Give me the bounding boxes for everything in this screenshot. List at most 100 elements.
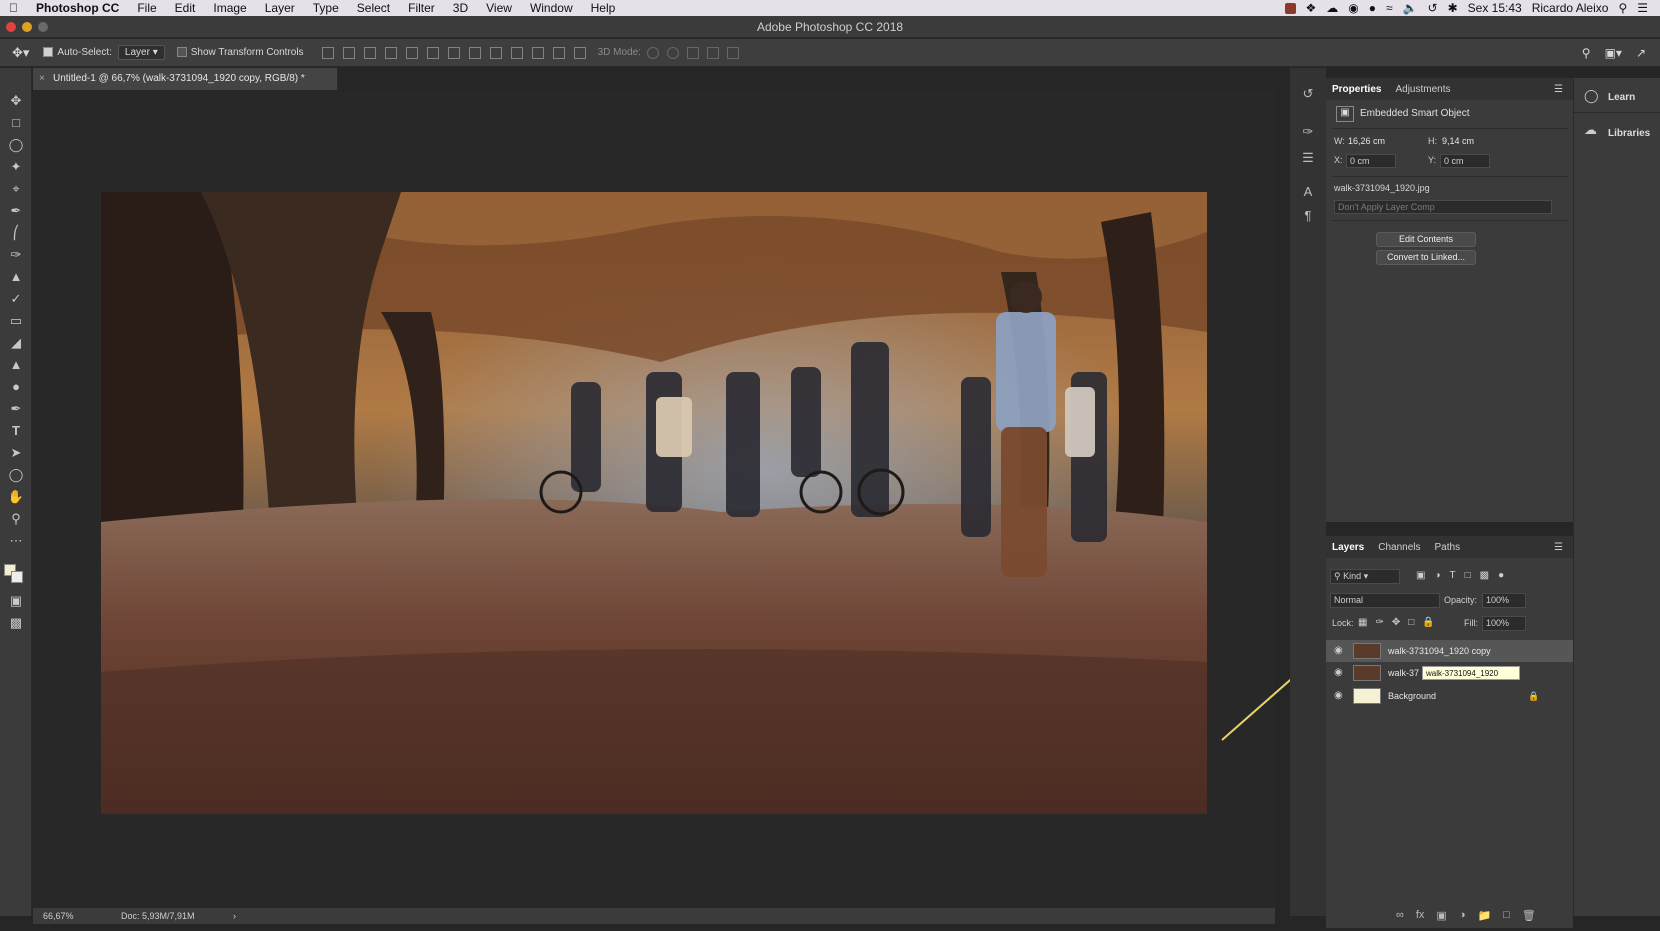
x-field[interactable]: 0 cm (1346, 154, 1396, 168)
history-panel-icon[interactable]: ↺ (1299, 86, 1317, 104)
document-tab[interactable]: × Untitled-1 @ 66,7% (walk-3731094_1920 … (33, 68, 338, 90)
distribute-right-icon[interactable] (552, 46, 565, 59)
layer-comp-dropdown[interactable]: Don't Apply Layer Comp (1334, 200, 1552, 214)
lock-image-icon[interactable]: ✑ (1375, 617, 1383, 628)
layer-style-icon[interactable]: fx (1416, 909, 1425, 922)
3d-pan-icon[interactable] (686, 46, 699, 59)
filter-adjustment-icon[interactable]: ◑ (1434, 570, 1440, 581)
distribute-hcenter-icon[interactable] (531, 46, 544, 59)
distribute-vcenter-icon[interactable] (468, 46, 481, 59)
layer-row-background[interactable]: ◉ Background 🔒 (1326, 685, 1573, 707)
convert-to-linked-button[interactable]: Convert to Linked... (1376, 250, 1476, 265)
lasso-tool-icon[interactable]: ◯ (7, 136, 25, 154)
history-brush-tool-icon[interactable]: ✓ (7, 290, 25, 308)
screen-mode-icon[interactable]: ▩ (7, 614, 25, 632)
layer-row-copy[interactable]: ◉ walk-3731094_1920 copy (1326, 640, 1573, 662)
marquee-tool-icon[interactable]: □ (7, 114, 25, 132)
menu-image[interactable]: Image (204, 0, 255, 16)
show-transform-checkbox[interactable]: Show Transform Controls (176, 47, 304, 58)
opacity-field[interactable]: 100% (1482, 593, 1526, 608)
clone-stamp-tool-icon[interactable]: ▲ (7, 268, 25, 286)
eyedropper-tool-icon[interactable]: ✒ (7, 202, 25, 220)
zoom-level[interactable]: 66,67% (43, 908, 74, 924)
align-right-icon[interactable] (426, 46, 439, 59)
layer-name[interactable]: walk-3731094_1920 copy (1388, 640, 1491, 662)
new-group-icon[interactable]: 📁 (1477, 909, 1491, 922)
menu-layer[interactable]: Layer (256, 0, 304, 16)
status-chevron-icon[interactable]: › (233, 908, 236, 924)
canvas-photo[interactable] (101, 192, 1207, 814)
auto-align-icon[interactable] (573, 46, 586, 59)
move-tool-icon[interactable]: ✥ (7, 92, 25, 110)
sync-icon[interactable]: ● (1369, 1, 1376, 15)
visibility-eye-icon[interactable]: ◉ (1334, 667, 1348, 679)
auto-select-checkbox[interactable]: Auto-Select: (43, 47, 112, 58)
ellipse-tool-icon[interactable]: ◯ (7, 466, 25, 484)
align-left-icon[interactable] (384, 46, 397, 59)
healing-brush-tool-icon[interactable]: ⎛ (7, 224, 25, 242)
clock[interactable]: Sex 15:43 (1468, 1, 1522, 15)
blend-mode-dropdown[interactable]: Normal (1330, 593, 1440, 608)
paint-bucket-tool-icon[interactable]: ◢ (7, 334, 25, 352)
cloud-icon[interactable]: ☁ (1326, 1, 1338, 15)
learn-panel-button[interactable]: Learn (1608, 92, 1635, 103)
background-color-swatch[interactable] (11, 571, 23, 583)
filter-type-icon[interactable]: T (1450, 570, 1456, 581)
bluetooth-icon[interactable]: ✱ (1448, 1, 1458, 15)
menu-type[interactable]: Type (304, 0, 348, 16)
hand-tool-icon[interactable]: ✋ (7, 488, 25, 506)
apple-icon[interactable]:  (0, 0, 27, 16)
y-field[interactable]: 0 cm (1440, 154, 1490, 168)
close-window-icon[interactable] (6, 22, 16, 32)
brush-tool-icon[interactable]: ✑ (7, 246, 25, 264)
align-top-icon[interactable] (321, 46, 334, 59)
lock-transparent-icon[interactable]: ▦ (1358, 617, 1367, 628)
delete-layer-icon[interactable]: 🗑 (1522, 909, 1536, 922)
menu-app-name[interactable]: Photoshop CC (27, 0, 128, 16)
layer-name[interactable]: walk-37 (1388, 662, 1419, 684)
lock-position-icon[interactable]: ✥ (1392, 617, 1400, 628)
crop-tool-icon[interactable]: ⌖ (7, 180, 25, 198)
menu-select[interactable]: Select (348, 0, 399, 16)
filter-shape-icon[interactable]: □ (1465, 570, 1471, 581)
menu-view[interactable]: View (477, 0, 521, 16)
3d-scale-icon[interactable] (726, 46, 739, 59)
visibility-eye-icon[interactable]: ◉ (1334, 690, 1348, 702)
auto-select-dropdown[interactable]: Layer ▾ (117, 45, 165, 60)
user-name[interactable]: Ricardo Aleixo (1532, 1, 1609, 15)
width-value[interactable]: 16,26 cm (1348, 136, 1385, 146)
menu-3d[interactable]: 3D (444, 0, 477, 16)
adjust-sliders-icon[interactable]: ☰ (1299, 150, 1317, 168)
dropbox-icon[interactable]: ❖ (1306, 1, 1317, 15)
move-tool-preset-icon[interactable]: ✥▾ (12, 45, 29, 61)
align-bottom-icon[interactable] (363, 46, 376, 59)
blur-tool-icon[interactable]: ▲ (7, 356, 25, 374)
3d-slide-icon[interactable] (706, 46, 719, 59)
volume-icon[interactable]: 🔈 (1403, 1, 1418, 15)
lock-artboard-icon[interactable]: □ (1408, 617, 1414, 628)
distribute-top-icon[interactable] (447, 46, 460, 59)
distribute-bottom-icon[interactable] (489, 46, 502, 59)
share-icon[interactable]: ↗ (1636, 46, 1646, 60)
distribute-left-icon[interactable] (510, 46, 523, 59)
visibility-eye-icon[interactable]: ◉ (1334, 645, 1348, 657)
align-hcenter-icon[interactable] (405, 46, 418, 59)
notification-center-icon[interactable]: ☰ (1637, 1, 1648, 15)
tab-layers[interactable]: Layers (1332, 542, 1364, 558)
3d-orbit-icon[interactable] (646, 46, 659, 59)
time-machine-icon[interactable]: ↺ (1428, 1, 1438, 15)
3d-roll-icon[interactable] (666, 46, 679, 59)
quick-select-tool-icon[interactable]: ✦ (7, 158, 25, 176)
tab-channels[interactable]: Channels (1378, 542, 1420, 558)
quick-mask-icon[interactable]: ▣ (7, 592, 25, 610)
menu-filter[interactable]: Filter (399, 0, 444, 16)
zoom-tool-icon[interactable]: ⚲ (7, 510, 25, 528)
dodge-tool-icon[interactable]: ● (7, 378, 25, 396)
wifi-icon[interactable]: ≈ (1386, 1, 1393, 15)
menu-help[interactable]: Help (582, 0, 625, 16)
workspace-icon[interactable]: ▣▾ (1605, 46, 1622, 60)
libraries-panel-button[interactable]: Libraries (1608, 128, 1650, 139)
creative-cloud-icon[interactable]: ◉ (1348, 1, 1358, 15)
paragraph-panel-icon[interactable]: ¶ (1299, 208, 1317, 226)
menu-edit[interactable]: Edit (166, 0, 205, 16)
